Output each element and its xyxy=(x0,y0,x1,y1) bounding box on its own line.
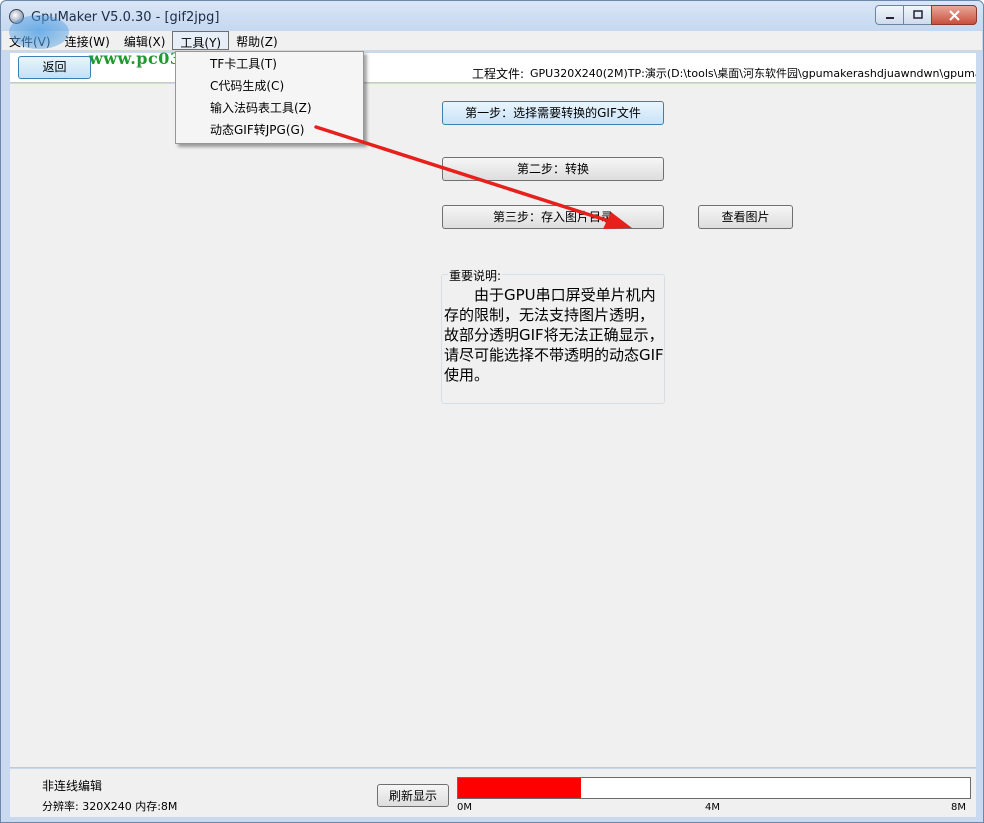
status-bar: 非连线编辑 分辨率: 320X240 内存:8M 刷新显示 0M 4M 8M xyxy=(10,769,976,817)
important-note-group: 重要说明: 由于GPU串口屏受单片机内存的限制，无法支持图片透明，故部分透明GI… xyxy=(441,267,665,404)
main-panel: 第一步：选择需要转换的GIF文件 第二步：转换 第三步：存入图片目录 查看图片 … xyxy=(10,84,976,768)
note-text: 由于GPU串口屏受单片机内存的限制，无法支持图片透明，故部分透明GIF将无法正确… xyxy=(444,286,664,384)
menu-tools[interactable]: 工具(Y) xyxy=(172,31,230,50)
convert-button[interactable]: 第二步：转换 xyxy=(442,157,664,181)
view-images-button[interactable]: 查看图片 xyxy=(698,205,793,229)
note-title: 重要说明: xyxy=(448,267,503,284)
menu-item-gif-to-jpg[interactable]: 动态GIF转JPG(G) xyxy=(176,120,363,142)
minimize-icon xyxy=(885,17,894,19)
close-icon xyxy=(948,9,960,21)
title-bar[interactable]: GpuMaker V5.0.30 - [gif2jpg] xyxy=(1,1,983,31)
project-file-path: GPU320X240(2M)TP:演示(D:\tools\桌面\河东软件园\gp… xyxy=(530,67,976,80)
memory-usage-fill xyxy=(458,778,581,798)
back-button[interactable]: 返回 xyxy=(18,56,91,79)
window-controls xyxy=(875,5,977,25)
refresh-display-button[interactable]: 刷新显示 xyxy=(377,784,449,807)
edit-mode-label: 非连线编辑 xyxy=(42,779,103,793)
maximize-icon xyxy=(912,10,923,19)
memory-tick-0: 0M xyxy=(457,802,472,813)
save-to-folder-button[interactable]: 第三步：存入图片目录 xyxy=(442,205,664,229)
memory-tick-4: 4M xyxy=(705,802,720,813)
menu-edit[interactable]: 编辑(X) xyxy=(117,31,173,50)
close-button[interactable] xyxy=(931,5,977,25)
project-file-label: 工程文件: xyxy=(472,67,525,81)
tools-dropdown-menu: TF卡工具(T) C代码生成(C) 输入法码表工具(Z) 动态GIF转JPG(G… xyxy=(175,51,364,144)
memory-tick-8: 8M xyxy=(951,802,966,813)
app-window: GpuMaker V5.0.30 - [gif2jpg] 文件(V) 连接(W)… xyxy=(0,0,984,823)
menu-item-tf-card-tool[interactable]: TF卡工具(T) xyxy=(176,54,363,76)
watermark-logo xyxy=(9,15,69,49)
memory-usage-bar xyxy=(457,777,971,799)
resolution-memory-label: 分辨率: 320X240 内存:8M xyxy=(42,800,178,813)
select-gif-button[interactable]: 第一步：选择需要转换的GIF文件 xyxy=(442,101,664,125)
menu-item-c-code-gen[interactable]: C代码生成(C) xyxy=(176,76,363,98)
minimize-button[interactable] xyxy=(875,5,904,25)
menu-item-ime-table-tool[interactable]: 输入法码表工具(Z) xyxy=(176,98,363,120)
maximize-button[interactable] xyxy=(903,5,932,25)
menu-help[interactable]: 帮助(Z) xyxy=(229,31,285,50)
menu-bar: 文件(V) 连接(W) 编辑(X) 工具(Y) 帮助(Z) xyxy=(2,31,982,51)
